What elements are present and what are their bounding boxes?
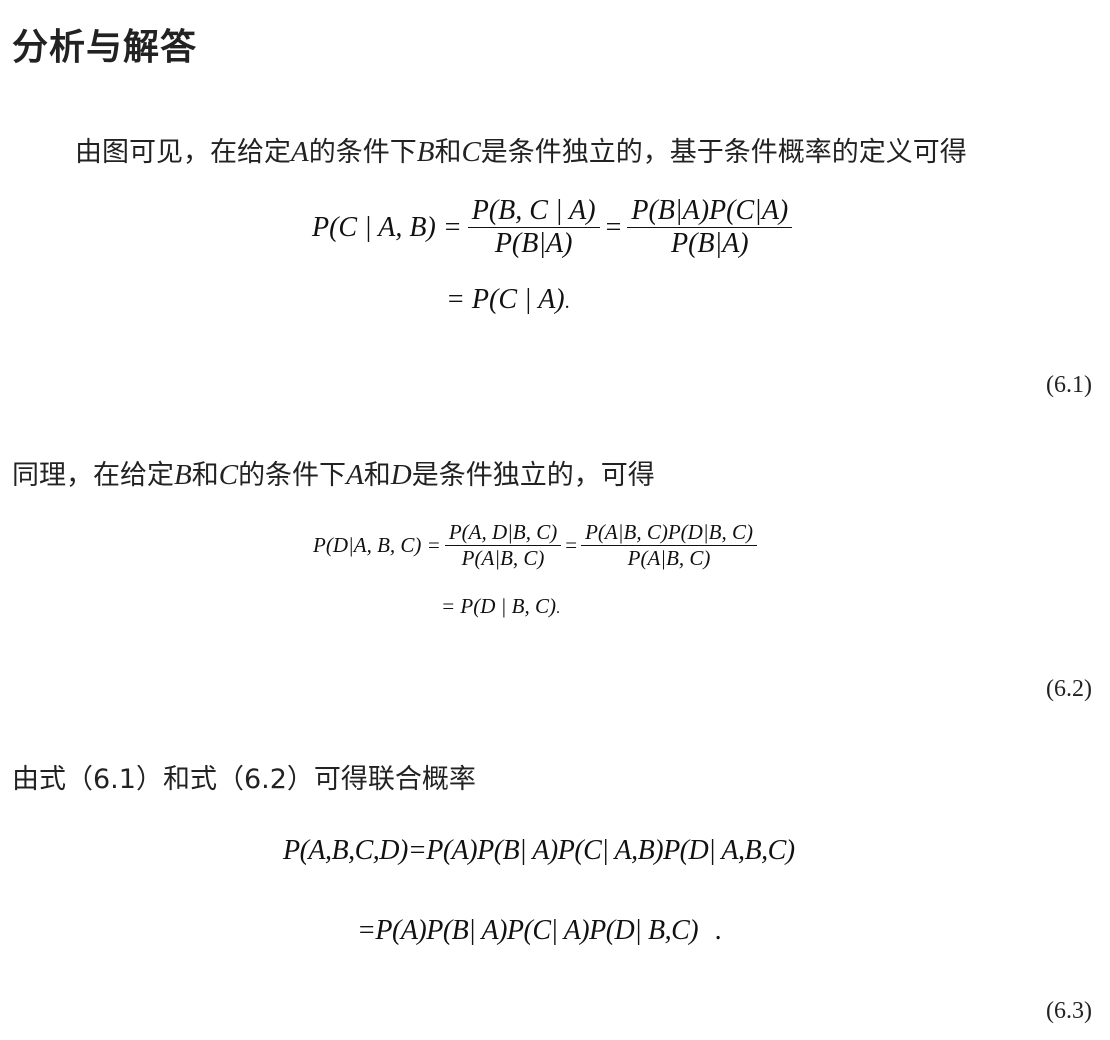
para2-var-c: C <box>218 459 239 491</box>
para1-text-3: 和 <box>434 137 462 168</box>
eq2-fraction-2: P(A|B, C)P(D|B, C) P(A|B, C) <box>581 520 757 571</box>
equation-6-3-line-1: P(A,B,C,D)=P(A)P(B| A)P(C| A,B)P(D| A,B,… <box>283 835 795 866</box>
para1-var-a: A <box>291 136 309 168</box>
equation-6-2-line-1: P(D|A, B, C) = P(A, D|B, C) P(A|B, C) = … <box>313 520 757 571</box>
eq2-frac1-denominator: P(A|B, C) <box>444 545 562 571</box>
eq1-frac2-denominator: P(B|A) <box>627 227 793 260</box>
equation-6-1-line-2: = P(C | A). <box>446 284 570 316</box>
para2-text-1: 同理，在给定 <box>12 460 174 491</box>
eq1-fraction-2: P(B|A)P(C|A) P(B|A) <box>627 195 793 260</box>
eq1-frac1-numerator: P(B, C | A) <box>471 195 596 226</box>
eq1-period: . <box>564 291 570 313</box>
paragraph-1: 由图可见，在给定A的条件下B和C是条件独立的，基于条件概率的定义可得 <box>75 130 967 169</box>
para1-var-c: C <box>461 136 481 168</box>
equation-6-3-line-2: =P(A)P(B| A)P(C| A)P(D| B,C) . <box>357 915 722 947</box>
para2-var-b: B <box>174 459 192 491</box>
eq2-fraction-1: P(A, D|B, C) P(A|B, C) <box>444 520 562 571</box>
equation-number-6-1: (6.1) <box>1046 372 1092 398</box>
para2-var-d: D <box>390 459 412 491</box>
para1-var-b: B <box>416 136 435 168</box>
paragraph-2: 同理，在给定B和C的条件下A和D是条件独立的，可得 <box>12 453 655 492</box>
paragraph-3: 由式（6.1）和式（6.2）可得联合概率 <box>12 764 476 795</box>
equation-number-6-2: (6.2) <box>1046 676 1092 702</box>
para2-text-5: 是条件独立的，可得 <box>411 460 655 491</box>
eq3-line2: =P(A)P(B| A)P(C| A)P(D| B,C) <box>357 915 699 946</box>
eq2-frac2-denominator: P(A|B, C) <box>581 545 757 571</box>
eq3-period: . <box>714 915 722 946</box>
eq1-fraction-1: P(B, C | A) P(B|A) <box>467 195 600 260</box>
para2-text-4: 和 <box>363 460 391 491</box>
para1-text-2: 的条件下 <box>308 137 417 168</box>
equation-6-1-line-1: P(C | A, B) = P(B, C | A) P(B|A) = P(B|A… <box>312 195 793 260</box>
eq1-frac2-numerator: P(B|A)P(C|A) <box>631 195 789 226</box>
eq1-line2: = P(C | A) <box>446 284 565 315</box>
eq1-lhs: P(C | A, B) = <box>312 211 462 243</box>
eq1-equals: = <box>605 211 622 243</box>
equation-number-6-3: (6.3) <box>1046 998 1092 1024</box>
para1-text-4: 是条件独立的，基于条件概率的定义可得 <box>480 137 967 168</box>
eq2-frac2-numerator: P(A|B, C)P(D|B, C) <box>585 520 753 544</box>
para2-var-a: A <box>346 459 364 491</box>
para2-text-2: 和 <box>191 460 219 491</box>
eq2-line2: = P(D | B, C) <box>441 594 557 618</box>
eq2-frac1-numerator: P(A, D|B, C) <box>448 520 558 544</box>
equation-6-2-line-2: = P(D | B, C). <box>441 594 560 619</box>
eq2-period: . <box>556 600 561 617</box>
section-heading: 分析与解答 <box>12 27 198 68</box>
eq2-equals: = <box>565 533 578 557</box>
para2-text-3: 的条件下 <box>238 460 347 491</box>
eq2-lhs: P(D|A, B, C) = <box>313 533 441 557</box>
eq1-frac1-denominator: P(B|A) <box>467 227 600 260</box>
para1-text-1: 由图可见，在给定 <box>75 137 291 168</box>
